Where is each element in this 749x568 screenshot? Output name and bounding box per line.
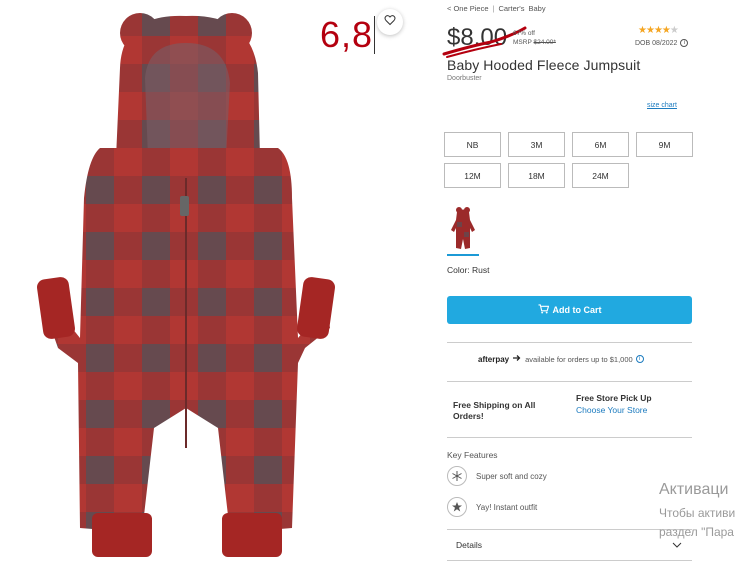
wishlist-button[interactable] [377,9,403,35]
size-option-3m[interactable]: 3M [508,132,565,157]
details-label: Details [456,540,482,550]
star-icon: ★ [653,25,663,36]
product-title: Baby Hooded Fleece Jumpsuit [447,57,641,73]
msrp: MSRP $24.00* [513,39,556,46]
breadcrumb-one-piece[interactable]: < One Piece [447,4,488,13]
size-option-12m[interactable]: 12M [444,163,501,188]
size-selector: NB 3M 6M 9M 12M 18M 24M [444,132,693,188]
cart-icon [538,304,549,316]
breadcrumb-carters[interactable]: Carter's [498,4,524,13]
breadcrumb: < One Piece | Carter's Baby [447,4,546,13]
divider [447,437,692,438]
add-to-cart-label: Add to Cart [552,305,602,315]
dob-text: DOB 08/2022 [635,39,678,47]
size-option-nb[interactable]: NB [444,132,501,157]
size-option-6m[interactable]: 6M [572,132,629,157]
text-caret [374,16,375,54]
star-icon: ★ [661,25,671,36]
price-block: $8.00 [447,24,507,52]
afterpay-arrows-icon [512,354,522,364]
star-icon: ★ [645,25,655,36]
key-features-heading: Key Features [447,450,498,460]
product-subtitle: Doorbuster [447,75,482,82]
size-chart-link[interactable]: size chart [647,102,677,109]
star-rating[interactable]: ★ ★ ★ ★ ★ [638,25,679,36]
chevron-down-icon [672,540,682,550]
windows-activation-watermark-line: Чтобы активи [659,506,736,520]
star-icon: ★ [638,25,647,36]
afterpay-info: afterpay available for orders up to $1,0… [478,354,644,364]
divider [447,381,692,382]
swatch-selected-indicator [447,254,479,256]
star-badge-icon [447,497,467,517]
details-accordion[interactable]: Details [447,529,692,561]
afterpay-logo: afterpay [478,354,510,364]
feature-text: Super soft and cozy [476,471,547,481]
msrp-value: $24.00* [533,39,556,46]
dob-date: DOB 08/2022 i [635,39,689,47]
snowflake-icon [447,466,467,486]
feature-text: Yay! Instant outfit [476,502,538,512]
size-option-24m[interactable]: 24M [572,163,629,188]
star-empty-icon: ★ [669,25,679,36]
windows-activation-watermark-title: Активаци [659,481,729,498]
percent-off: 67% off [513,30,535,37]
color-swatch-rust[interactable] [448,206,478,256]
divider [447,342,692,343]
afterpay-text: available for orders up to $1,000 [525,354,633,364]
free-shipping-text: Free Shipping on All Orders! [453,400,536,421]
breadcrumb-baby[interactable]: Baby [528,4,545,13]
feature-item: Yay! Instant outfit [447,497,537,517]
sale-price: $8.00 [447,24,508,51]
store-pickup-title: Free Store Pick Up [576,393,652,403]
windows-activation-watermark-line: раздел "Пара [659,525,734,539]
product-image[interactable] [30,8,350,564]
msrp-label: MSRP [513,39,532,46]
feature-item: Super soft and cozy [447,466,547,486]
choose-store-link[interactable]: Choose Your Store [576,405,647,415]
info-icon[interactable]: i [635,355,644,363]
handwritten-price-annotation: 6,8 [320,14,374,55]
add-to-cart-button[interactable]: Add to Cart [447,296,692,324]
breadcrumb-separator: | [492,4,495,13]
color-label: Color: Rust [447,265,490,275]
heart-icon [384,13,396,31]
info-icon[interactable]: i [680,39,689,47]
size-option-18m[interactable]: 18M [508,163,565,188]
size-option-9m[interactable]: 9M [636,132,693,157]
